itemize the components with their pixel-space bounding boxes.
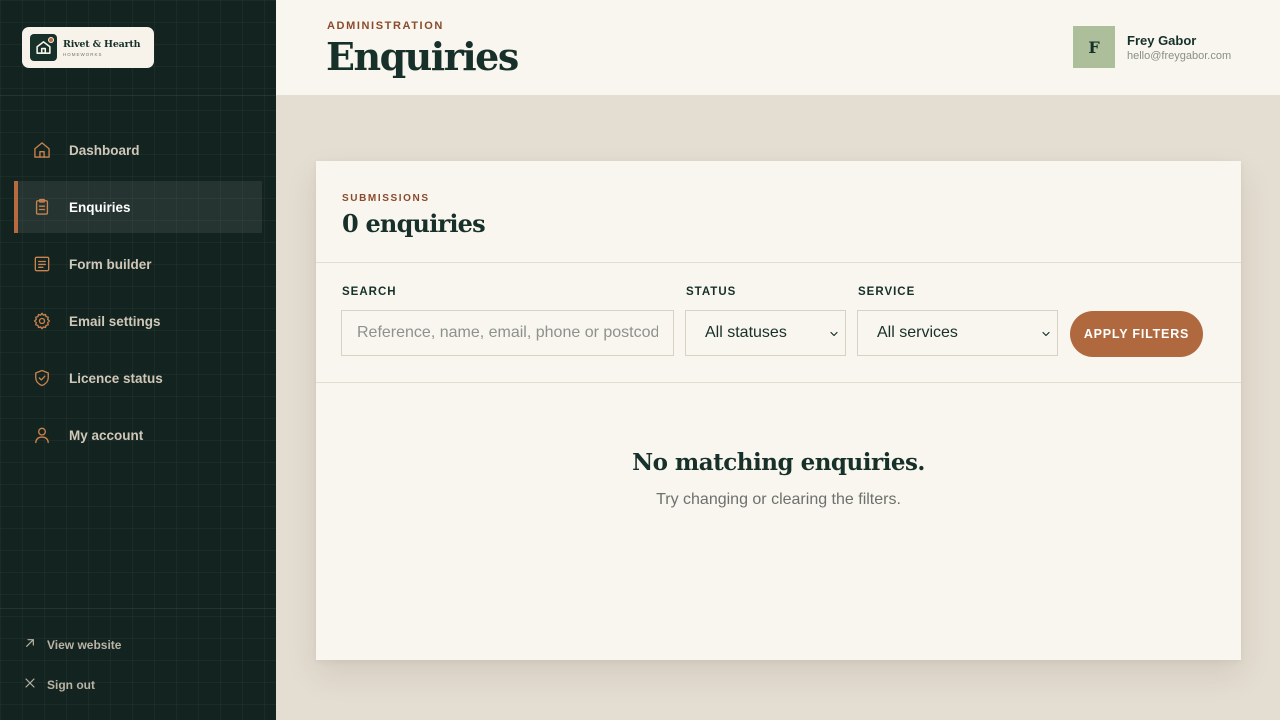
user-menu[interactable]: F Frey Gabor hello@freygabor.com — [1073, 26, 1231, 68]
brand-tagline: HOMEWORKS — [63, 51, 103, 57]
sidebar-item-label: Licence status — [69, 370, 163, 386]
empty-state-subtitle: Try changing or clearing the filters. — [656, 491, 901, 508]
avatar: F — [1073, 26, 1115, 68]
home-icon — [30, 138, 54, 162]
shield-check-icon — [30, 366, 54, 390]
sidebar-item-form-builder[interactable]: Form builder — [14, 238, 262, 290]
gear-icon — [30, 309, 54, 333]
search-input[interactable] — [341, 310, 674, 356]
service-select[interactable]: All services — [857, 310, 1058, 356]
sidebar-item-licence-status[interactable]: Licence status — [14, 352, 262, 404]
apply-filters-button[interactable]: APPLY FILTERS — [1070, 311, 1203, 357]
close-icon — [22, 675, 38, 696]
sidebar-item-email-settings[interactable]: Email settings — [14, 295, 262, 347]
sign-out-label: Sign out — [47, 678, 95, 692]
brand-area: Rivet & Hearth HOMEWORKS — [0, 0, 276, 96]
chevron-down-icon — [828, 327, 840, 345]
enquiries-count: 0 enquiries — [342, 209, 486, 238]
form-icon — [30, 252, 54, 276]
sidebar-item-label: Form builder — [69, 256, 152, 272]
status-select[interactable]: All statuses — [685, 310, 846, 356]
arrow-up-right-icon — [22, 635, 38, 656]
sign-out-link[interactable]: Sign out — [22, 675, 95, 695]
empty-state-title: No matching enquiries. — [632, 449, 925, 476]
brand-logo[interactable]: Rivet & Hearth HOMEWORKS — [22, 27, 154, 68]
sidebar-item-my-account[interactable]: My account — [14, 409, 262, 461]
sidebar-item-label: Dashboard — [69, 142, 140, 158]
status-label: STATUS — [686, 286, 737, 298]
view-website-label: View website — [47, 638, 122, 652]
brand-name: Rivet & Hearth — [63, 38, 141, 50]
chevron-down-icon — [1040, 327, 1052, 345]
page-eyebrow: ADMINISTRATION — [327, 20, 444, 32]
clipboard-icon — [30, 195, 54, 219]
sidebar-item-label: Email settings — [69, 313, 161, 329]
user-name: Frey Gabor — [1127, 32, 1197, 48]
page-title: Enquiries — [326, 34, 519, 79]
sidebar-item-label: Enquiries — [69, 199, 131, 215]
card-header: SUBMISSIONS 0 enquiries — [316, 161, 1241, 263]
house-logo-icon — [30, 34, 57, 61]
user-icon — [30, 423, 54, 447]
sidebar: Rivet & Hearth HOMEWORKS Dashboard Enqui… — [0, 0, 276, 720]
sidebar-item-enquiries[interactable]: Enquiries — [14, 181, 262, 233]
search-label: SEARCH — [342, 286, 397, 298]
view-website-link[interactable]: View website — [22, 635, 121, 655]
page-header: ADMINISTRATION Enquiries F Frey Gabor he… — [276, 0, 1280, 95]
card-eyebrow: SUBMISSIONS — [342, 193, 430, 204]
filters-bar: SEARCH STATUS All statuses SERVICE All s… — [316, 263, 1241, 383]
sidebar-footer: View website Sign out — [0, 608, 276, 720]
user-email: hello@freygabor.com — [1127, 49, 1232, 62]
enquiries-card: SUBMISSIONS 0 enquiries SEARCH STATUS Al… — [316, 161, 1241, 660]
service-label: SERVICE — [858, 286, 916, 298]
sidebar-item-dashboard[interactable]: Dashboard — [14, 124, 262, 176]
status-value: All statuses — [705, 324, 787, 341]
service-value: All services — [877, 324, 958, 341]
sidebar-item-label: My account — [69, 427, 144, 443]
sidebar-nav: Dashboard Enquiries Form builder Email s… — [14, 124, 262, 466]
